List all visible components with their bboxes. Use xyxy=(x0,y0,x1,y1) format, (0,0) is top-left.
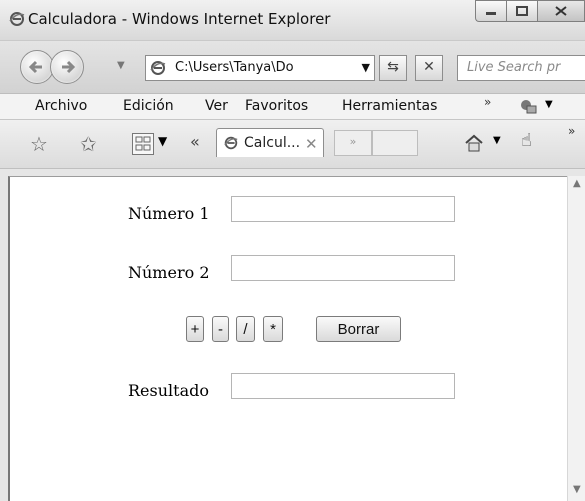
toolbar-more-icon[interactable]: » xyxy=(568,124,575,138)
clear-button[interactable]: Borrar xyxy=(316,316,401,342)
address-toolbar: ▼ C:\Users\Tanya\Do ▼ ⇆ ✕ Live Search pr xyxy=(0,41,585,94)
history-dropdown-icon[interactable]: ▼ xyxy=(117,60,125,71)
menu-edicion[interactable]: Edición xyxy=(123,98,174,114)
menu-more-icon[interactable]: » xyxy=(484,95,491,109)
numero1-label: Número 1 xyxy=(128,204,210,223)
home-icon[interactable] xyxy=(464,134,484,152)
address-text: C:\Users\Tanya\Do xyxy=(175,60,294,75)
scroll-down-icon[interactable]: ▼ xyxy=(573,484,581,495)
hand-cursor-icon[interactable]: ☝ xyxy=(521,130,532,151)
tab-toolbar: ☆ ✩ ▼ « Calcul... ✕ » ▼ ☝ » xyxy=(0,120,585,169)
menu-ver[interactable]: Ver xyxy=(205,98,228,114)
tools-icon[interactable] xyxy=(519,98,537,114)
address-bar[interactable]: C:\Users\Tanya\Do ▼ xyxy=(145,55,375,81)
new-tab-icon: » xyxy=(349,135,357,148)
add-favorites-icon[interactable]: ✩ xyxy=(80,132,97,156)
maximize-icon xyxy=(516,6,528,16)
tab-label: Calcul... xyxy=(244,135,301,151)
minimize-button[interactable] xyxy=(475,0,506,22)
add-button[interactable]: + xyxy=(186,316,204,342)
back-button[interactable] xyxy=(20,50,54,84)
stop-button[interactable]: ✕ xyxy=(415,55,443,81)
menu-archivo[interactable]: Archivo xyxy=(35,98,87,114)
refresh-button[interactable]: ⇆ xyxy=(379,55,407,81)
divide-button[interactable]: / xyxy=(236,316,255,342)
vertical-scrollbar[interactable]: ▲ ▼ xyxy=(567,176,585,501)
tab-close-icon[interactable]: ✕ xyxy=(305,135,318,153)
stop-icon: ✕ xyxy=(423,59,435,75)
tab-calculadora[interactable]: Calcul... ✕ xyxy=(216,128,324,157)
forward-button[interactable] xyxy=(50,50,84,84)
quick-tabs-icon[interactable] xyxy=(132,133,154,155)
close-icon xyxy=(555,6,567,16)
quick-tabs-grid-icon xyxy=(135,136,151,151)
menu-bar: Archivo Edición Ver Favoritos Herramient… xyxy=(0,94,585,120)
home-dropdown-icon[interactable]: ▼ xyxy=(493,135,501,146)
menu-herramientas[interactable]: Herramientas xyxy=(342,98,437,114)
search-box[interactable]: Live Search pr xyxy=(457,55,585,81)
numero2-label: Número 2 xyxy=(128,263,210,282)
page-icon xyxy=(150,61,166,75)
tab-list-dropdown-icon[interactable]: ▼ xyxy=(158,134,167,148)
window-controls xyxy=(475,0,585,22)
menu-favoritos[interactable]: Favoritos xyxy=(245,98,308,114)
tools-dropdown-icon[interactable]: ▼ xyxy=(545,99,553,110)
refresh-icon: ⇆ xyxy=(387,59,399,75)
numero2-input[interactable] xyxy=(231,255,455,281)
ie-logo-icon xyxy=(9,12,25,26)
multiply-button[interactable]: * xyxy=(263,316,283,342)
tabs-back-icon[interactable]: « xyxy=(190,132,200,151)
search-placeholder: Live Search pr xyxy=(467,60,561,75)
new-tab-area[interactable] xyxy=(372,130,418,156)
favorites-center-icon[interactable]: ☆ xyxy=(30,132,48,156)
title-bar: Calculadora - Windows Internet Explorer xyxy=(0,0,585,41)
arrow-right-icon xyxy=(62,60,76,74)
numero1-input[interactable] xyxy=(231,196,455,222)
scroll-up-icon[interactable]: ▲ xyxy=(573,178,581,189)
page-content: Número 1 Número 2 + - / * Borrar Resulta… xyxy=(8,176,569,501)
new-tab-button[interactable]: » xyxy=(334,130,372,156)
resultado-input[interactable] xyxy=(231,373,455,399)
browser-window: Calculadora - Windows Internet Explorer … xyxy=(0,0,585,501)
arrow-left-icon xyxy=(28,60,42,74)
address-dropdown-icon[interactable]: ▼ xyxy=(362,61,370,74)
resultado-label: Resultado xyxy=(128,381,209,400)
window-title: Calculadora - Windows Internet Explorer xyxy=(28,10,331,28)
subtract-button[interactable]: - xyxy=(212,316,229,342)
minimize-icon xyxy=(486,12,496,15)
tab-page-icon xyxy=(224,136,238,150)
close-button[interactable] xyxy=(537,0,585,22)
maximize-button[interactable] xyxy=(506,0,537,22)
